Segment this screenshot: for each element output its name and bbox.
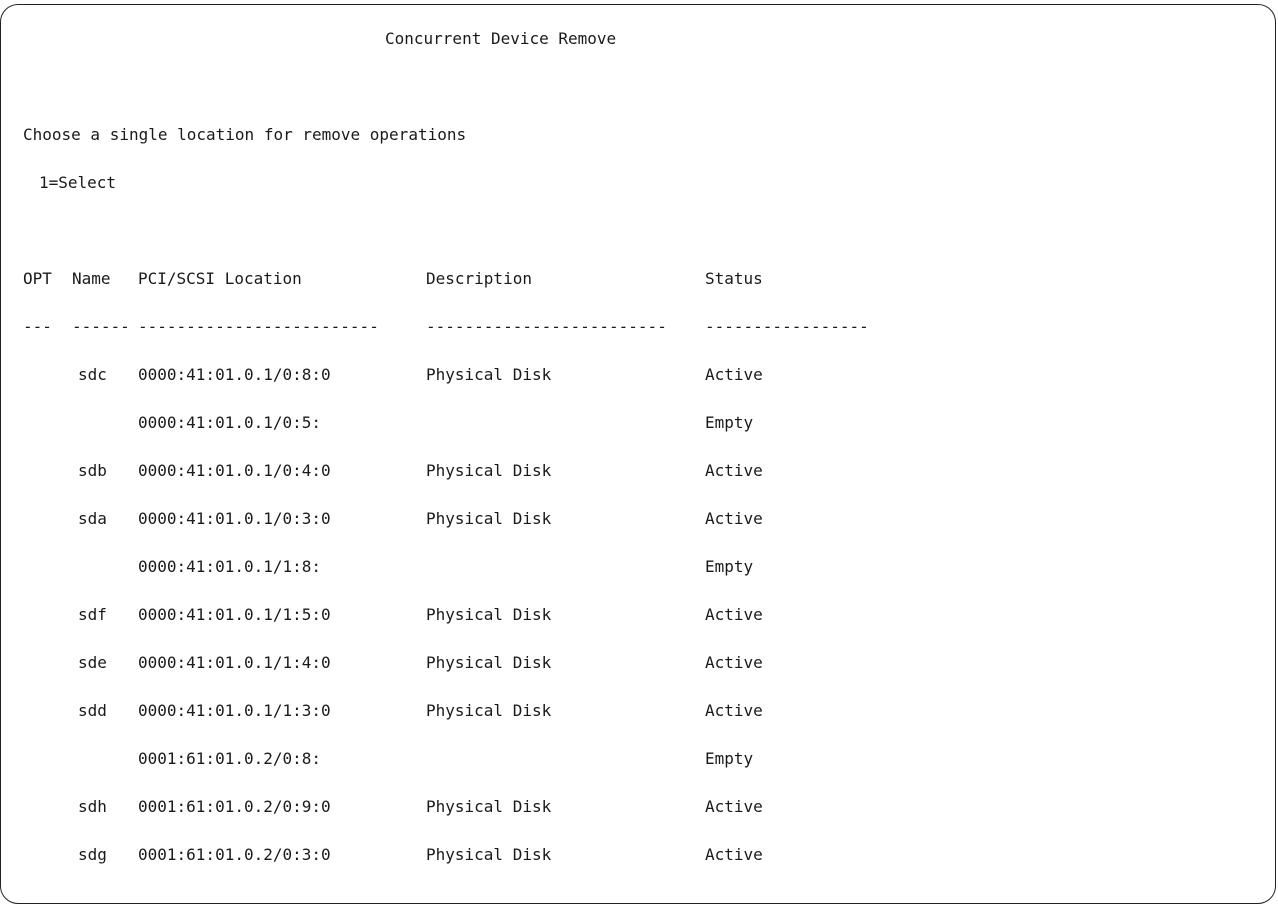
screen-title: Concurrent Device Remove: [385, 29, 617, 48]
row-status: Active: [705, 845, 763, 864]
header-location: PCI/SCSI Location: [138, 269, 302, 288]
row-device-name: sdg: [78, 845, 107, 864]
row-location: 0000:41:01.0.1/0:4:0: [138, 461, 331, 480]
row-status: Active: [705, 461, 763, 480]
instruction-text: Choose a single location for remove oper…: [23, 125, 467, 144]
row-location: 0000:41:01.0.1/1:8:: [138, 557, 322, 576]
row-location: 0000:41:01.0.1/1:4:0: [138, 653, 331, 672]
row-location: 0001:61:01.0.2/0:3:0: [138, 845, 331, 864]
row-device-name: sdd: [78, 701, 107, 720]
row-description: Physical Disk: [426, 653, 552, 672]
row-description: Physical Disk: [426, 365, 552, 384]
separator-name: ------: [72, 317, 130, 336]
row-location: 0000:41:01.0.1/0:3:0: [138, 509, 331, 528]
row-device-name: sdf: [78, 605, 107, 624]
row-status: Active: [705, 509, 763, 528]
row-status: Empty: [705, 749, 754, 768]
row-description: Physical Disk: [426, 797, 552, 816]
separator-description: -------------------------: [426, 317, 667, 336]
row-description: Physical Disk: [426, 845, 552, 864]
row-location: 0000:41:01.0.1/1:3:0: [138, 701, 331, 720]
row-device-name: sde: [78, 653, 107, 672]
header-name: Name: [72, 269, 111, 288]
row-description: Physical Disk: [426, 461, 552, 480]
header-description: Description: [426, 269, 532, 288]
row-status: Active: [705, 653, 763, 672]
header-status: Status: [705, 269, 763, 288]
row-location: 0001:61:01.0.2/0:8:: [138, 749, 322, 768]
row-description: Physical Disk: [426, 701, 552, 720]
row-location: 0000:41:01.0.1/1:5:0: [138, 605, 331, 624]
row-location: 0000:41:01.0.1/0:8:0: [138, 365, 331, 384]
separator-opt: ---: [23, 317, 52, 336]
row-status: Active: [705, 365, 763, 384]
terminal-screen: Concurrent Device Remove Choose a single…: [0, 4, 1276, 904]
row-location: 0001:61:01.0.2/0:9:0: [138, 797, 331, 816]
row-device-name: sdb: [78, 461, 107, 480]
header-opt: OPT: [23, 269, 52, 288]
row-location: 0000:41:01.0.1/0:5:: [138, 413, 322, 432]
row-device-name: sda: [78, 509, 107, 528]
row-device-name: sdh: [78, 797, 107, 816]
row-description: Physical Disk: [426, 605, 552, 624]
row-device-name: sdc: [78, 365, 107, 384]
separator-location: -------------------------: [138, 317, 379, 336]
row-description: Physical Disk: [426, 509, 552, 528]
separator-status: -----------------: [705, 317, 869, 336]
option-legend: 1=Select: [39, 173, 117, 192]
row-status: Active: [705, 797, 763, 816]
row-status: Active: [705, 605, 763, 624]
row-status: Empty: [705, 413, 754, 432]
row-status: Empty: [705, 557, 754, 576]
row-status: Active: [705, 701, 763, 720]
